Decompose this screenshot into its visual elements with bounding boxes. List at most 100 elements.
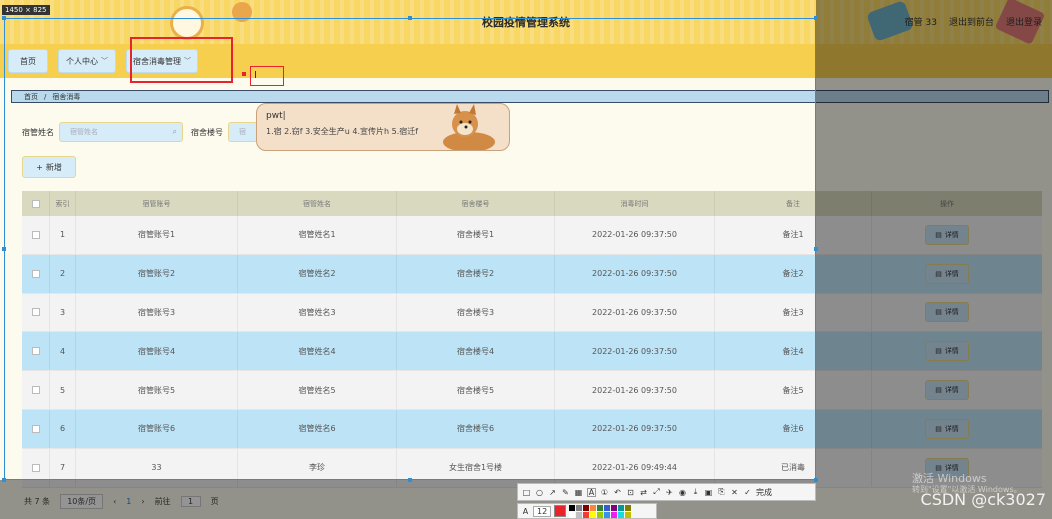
nav-personal-label: 个人中心 <box>66 56 98 66</box>
color-swatch[interactable] <box>583 511 590 518</box>
record-icon[interactable]: ◉ <box>678 488 687 497</box>
color-swatch[interactable] <box>590 511 597 518</box>
color-swatch[interactable] <box>569 511 576 518</box>
color-swatch[interactable] <box>569 504 576 511</box>
color-swatch[interactable] <box>611 511 618 518</box>
text-tool-icon[interactable]: A <box>587 487 596 497</box>
ocr-icon[interactable]: ⊡ <box>626 488 635 497</box>
pin-icon[interactable]: ✈ <box>665 488 674 497</box>
color-swatch[interactable] <box>597 511 604 518</box>
resize-handle[interactable] <box>2 16 6 20</box>
resize-handle[interactable] <box>814 478 818 482</box>
ime-candidate-popup: pwt| 1.宿 2.窃f 3.安全生产u 4.宣传片h 5.宿迁f <box>256 103 510 151</box>
select-all-checkbox[interactable] <box>31 199 40 208</box>
breadcrumb-current: 宿舍消毒 <box>52 92 81 101</box>
screenshot-dim-overlay <box>816 0 1052 519</box>
annotation-rectangle <box>130 37 233 83</box>
color-swatch[interactable] <box>625 504 632 511</box>
arrow-tool-icon[interactable]: ↗ <box>548 488 557 497</box>
cell-building: 宿舍楼号5 <box>397 371 555 409</box>
row-checkbox[interactable] <box>31 386 40 395</box>
search-label-name: 宿管姓名 <box>22 127 54 137</box>
color-swatch[interactable] <box>618 504 625 511</box>
cell-account: 宿管账号3 <box>76 293 238 332</box>
row-checkbox[interactable] <box>31 308 40 317</box>
cell-name: 宿管姓名2 <box>238 254 397 293</box>
color-swatch[interactable] <box>604 511 611 518</box>
ellipse-tool-icon[interactable]: ○ <box>535 488 544 497</box>
breadcrumb-home[interactable]: 首页 <box>24 92 38 102</box>
long-screenshot-icon[interactable]: ⤢ <box>652 487 661 497</box>
column-header: 宿管姓名 <box>238 191 397 216</box>
nav-personal-center[interactable]: 个人中心 ﹀ <box>58 49 116 73</box>
color-swatch[interactable] <box>604 504 611 511</box>
search-placeholder: 宿 <box>239 128 246 136</box>
breadcrumb-separator: / <box>44 92 47 101</box>
search-label-building: 宿舍楼号 <box>191 127 223 137</box>
save-icon[interactable]: ▣ <box>704 488 713 497</box>
share-icon[interactable]: ⎘ <box>717 487 726 497</box>
search-input-name[interactable]: 宿管姓名 ⌕ <box>59 122 183 142</box>
search-input-building[interactable]: 宿 <box>228 122 258 142</box>
row-checkbox-cell <box>22 254 50 293</box>
cell-name: 宿管姓名6 <box>238 409 397 448</box>
shiba-dog-icon <box>443 104 495 150</box>
app-page: 校园疫情管理系统 宿管 33 退出到前台 退出登录 首页 个人中心 ﹀ 宿舍消毒… <box>0 0 1052 519</box>
cell-index: 5 <box>50 371 76 409</box>
add-button[interactable]: + 新增 <box>22 156 76 178</box>
row-checkbox[interactable] <box>31 424 40 433</box>
resize-handle[interactable] <box>408 16 412 20</box>
resize-handle[interactable] <box>814 16 818 20</box>
row-checkbox[interactable] <box>31 347 40 356</box>
resize-handle[interactable] <box>2 247 6 251</box>
color-swatch[interactable] <box>576 504 583 511</box>
color-swatch[interactable] <box>597 504 604 511</box>
number-tool-icon[interactable]: ① <box>600 488 609 497</box>
cell-account: 宿管账号1 <box>76 216 238 254</box>
row-checkbox-cell <box>22 216 50 254</box>
translate-icon[interactable]: ⇄ <box>639 488 648 497</box>
check-icon[interactable]: ✓ <box>743 488 752 497</box>
cell-time: 2022-01-26 09:37:50 <box>555 371 715 409</box>
color-swatch[interactable] <box>611 504 618 511</box>
search-icon: ⌕ <box>172 127 177 136</box>
close-icon[interactable]: ✕ <box>730 488 739 497</box>
font-size-select[interactable]: 12 <box>533 505 552 517</box>
color-swatch[interactable] <box>590 504 597 511</box>
row-checkbox-cell <box>22 293 50 332</box>
row-checkbox[interactable] <box>31 230 40 239</box>
cell-building: 宿舍楼号4 <box>397 332 555 371</box>
text-cursor-icon: I <box>254 70 257 81</box>
finish-button[interactable]: 完成 <box>756 487 772 498</box>
cell-building: 宿舍楼号6 <box>397 409 555 448</box>
row-checkbox-cell <box>22 409 50 448</box>
row-checkbox[interactable] <box>31 269 40 278</box>
color-swatch[interactable] <box>625 511 632 518</box>
nav-home[interactable]: 首页 <box>8 49 48 73</box>
resize-handle[interactable] <box>2 478 6 482</box>
color-swatch[interactable] <box>618 511 625 518</box>
color-swatch[interactable] <box>576 511 583 518</box>
current-color-swatch[interactable] <box>554 505 567 517</box>
color-swatch[interactable] <box>583 504 590 511</box>
undo-icon[interactable]: ↶ <box>613 488 622 497</box>
cell-account: 宿管账号5 <box>76 371 238 409</box>
cell-index: 2 <box>50 254 76 293</box>
row-checkbox-cell <box>22 371 50 409</box>
ime-candidates[interactable]: 1.宿 2.窃f 3.安全生产u 4.宣传片h 5.宿迁f <box>266 126 418 137</box>
resize-handle[interactable] <box>408 478 412 482</box>
pen-tool-icon[interactable]: ✎ <box>561 488 570 497</box>
resize-handle[interactable] <box>814 247 818 251</box>
mosaic-tool-icon[interactable]: ▦ <box>574 488 583 497</box>
column-header: 宿舍楼号 <box>397 191 555 216</box>
column-header: 索引 <box>50 191 76 216</box>
rectangle-tool-icon[interactable]: □ <box>522 488 531 497</box>
cell-index: 1 <box>50 216 76 254</box>
cell-building: 宿舍楼号1 <box>397 216 555 254</box>
search-bar: 宿管姓名 宿管姓名 ⌕ 宿舍楼号 宿 <box>22 122 258 142</box>
nav-home-label: 首页 <box>20 56 36 66</box>
cell-index: 3 <box>50 293 76 332</box>
row-checkbox[interactable] <box>31 463 40 472</box>
cell-name: 宿管姓名1 <box>238 216 397 254</box>
download-icon[interactable]: ⤓ <box>691 487 700 497</box>
